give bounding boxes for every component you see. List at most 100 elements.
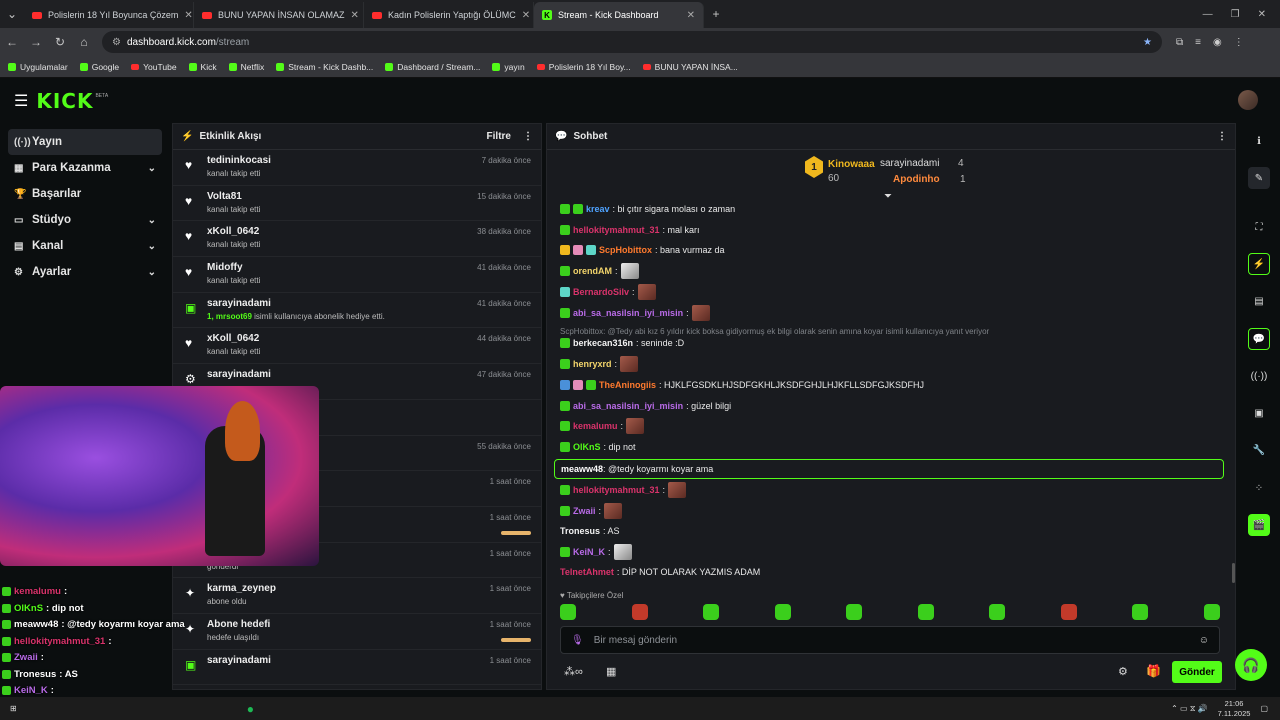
user-avatar[interactable] — [1238, 90, 1258, 110]
chat-username[interactable]: kreav — [586, 204, 610, 214]
filter-button[interactable]: Filtre — [487, 131, 511, 142]
browser-tab-active[interactable]: K Stream - Kick Dashboard ✕ — [534, 2, 704, 28]
chat-username[interactable]: Zwaii — [573, 506, 596, 516]
event-item[interactable]: ♥ xKoll_0642 kanalı takip etti 44 dakika ön… — [173, 328, 541, 365]
chat-username[interactable]: OlKnS — [573, 442, 601, 452]
chat-message[interactable]: henryxrd: — [560, 355, 639, 373]
event-item[interactable]: ♥ Volta81 kanalı takip etti 15 dakika önce — [173, 186, 541, 222]
chat-scrollbar[interactable] — [1232, 563, 1235, 583]
chat-username[interactable]: hellokitymahmut_31 — [573, 225, 660, 235]
media-icon[interactable]: ≡ — [1195, 37, 1201, 48]
chat-input[interactable]: 🎙 Bir mesaj gönderin ☺ — [560, 626, 1220, 654]
collapse-icon[interactable]: ⏷ — [884, 191, 892, 202]
browser-tab[interactable]: Polislerin 18 Yıl Boyunca Çözem ✕ — [24, 2, 194, 28]
second-place-name[interactable]: sarayinadami — [880, 158, 939, 169]
highlight-username[interactable]: meaww48 — [561, 464, 603, 474]
emote-option[interactable] — [917, 604, 934, 620]
gift-icon[interactable]: 🎁 — [1146, 664, 1161, 678]
browser-tab[interactable]: Kadın Polislerin Yaptığı ÖLÜMC ✕ — [364, 2, 534, 28]
chevron-down-icon[interactable]: ⌄ — [148, 163, 156, 174]
event-item[interactable]: ✦ Abone hedefi hedefe ulaşıldı 1 saat önce — [173, 614, 541, 650]
emote-option[interactable] — [631, 604, 648, 620]
bookmark-item[interactable]: BUNU YAPAN İNSA... — [642, 62, 738, 72]
start-icon[interactable]: ⊞ — [10, 704, 17, 713]
chevron-down-icon[interactable]: ⌄ — [148, 241, 156, 252]
event-item[interactable]: ♥ Midoffy kanalı takip etti 41 dakika önce — [173, 257, 541, 293]
emote-option[interactable] — [989, 604, 1005, 620]
chat-message[interactable]: berkecan316n: seninde :D — [560, 334, 684, 352]
first-place-name[interactable]: Kinowaaa — [828, 159, 875, 170]
sidebar-item-baarlar[interactable]: 🏆 Başarılar — [8, 181, 162, 207]
tab-search-icon[interactable]: ⌄ — [0, 7, 24, 21]
emote-option[interactable] — [560, 604, 576, 620]
chat-message[interactable]: KeiN_K: — [560, 543, 632, 561]
browser-tab[interactable]: BUNU YAPAN İNSAN OLAMAZ ✕ — [194, 2, 364, 28]
chat-message[interactable]: orendAM: — [560, 262, 639, 280]
third-place-name[interactable]: Apodinho — [893, 174, 940, 185]
close-window-icon[interactable]: ✕ — [1258, 9, 1266, 20]
url-field[interactable]: ⚙ dashboard.kick.com/stream ★ — [102, 31, 1162, 53]
event-item[interactable]: ♥ tedininkocasi kanalı takip etti 7 dakika … — [173, 150, 541, 186]
chat-message[interactable]: Tronesus: AS — [560, 522, 620, 540]
chat-username[interactable]: BernardoSilv — [573, 287, 629, 297]
notifications-icon[interactable]: ▢ — [1260, 704, 1268, 713]
reload-icon[interactable]: ↻ — [48, 35, 72, 49]
chat-message[interactable]: BernardoSilv: — [560, 283, 656, 301]
more-options-icon[interactable]: ⋮ — [1217, 131, 1227, 142]
close-tab-icon[interactable]: ✕ — [687, 10, 695, 21]
wrench-icon[interactable]: 🔧 — [1248, 439, 1270, 461]
home-icon[interactable]: ⌂ — [72, 35, 96, 49]
bookmark-item[interactable]: Kick — [188, 62, 217, 72]
chat-message[interactable]: kreav: bi çıtır sigara molası o zaman — [560, 200, 735, 218]
chat-username[interactable]: kemalumu — [573, 421, 618, 431]
minimize-icon[interactable]: — — [1203, 9, 1213, 20]
sidebar-item-ayarlar[interactable]: ⚙ Ayarlar ⌄ — [8, 259, 162, 285]
sidebar-item-yayn[interactable]: ((·)) Yayın — [8, 129, 162, 155]
site-info-icon[interactable]: ⚙ — [112, 37, 121, 48]
bookmark-item[interactable]: Uygulamalar — [8, 62, 68, 72]
sidebar-item-stdyo[interactable]: ▭ Stüdyo ⌄ — [8, 207, 162, 233]
emote-option[interactable] — [1132, 604, 1148, 620]
event-item[interactable]: ✦ karma_zeynep abone oldu 1 saat önce — [173, 578, 541, 614]
bookmark-item[interactable]: Netflix — [228, 62, 264, 72]
broadcast-icon[interactable]: ((·)) — [1248, 365, 1270, 387]
spotify-icon[interactable]: ● — [247, 702, 254, 716]
chat-message[interactable]: hellokitymahmut_31: — [560, 481, 687, 499]
emote-option[interactable] — [846, 604, 862, 620]
chat-message[interactable]: kemalumu: — [560, 417, 645, 435]
fullscreen-icon[interactable]: ⛶ — [1248, 216, 1270, 238]
chat-message[interactable]: ScpHobittox: bana vurmaz da — [560, 241, 725, 259]
chat-username[interactable]: KeiN_K — [573, 547, 605, 557]
chat-message[interactable]: abi_sa_nasilsin_iyi_misin: — [560, 304, 710, 322]
chat-username[interactable]: TelnetAhmet — [560, 567, 614, 577]
chat-icon[interactable]: 💬 — [1248, 328, 1270, 350]
edit-icon[interactable]: ✎ — [1248, 167, 1270, 189]
sidebar-item-kanal[interactable]: ▤ Kanal ⌄ — [8, 233, 162, 259]
chat-username[interactable]: Tronesus — [560, 526, 600, 536]
forward-icon[interactable]: → — [24, 35, 48, 49]
highlighted-message[interactable]: meaww48: @tedy koyarmı koyar ama — [554, 459, 1224, 479]
new-tab-icon[interactable]: + — [704, 7, 728, 21]
chat-username[interactable]: abi_sa_nasilsin_iyi_misin — [573, 308, 683, 318]
chat-message[interactable]: Zwaii: — [560, 502, 623, 520]
event-item[interactable]: ♥ xKoll_0642 kanalı takip etti 38 dakika ön… — [173, 221, 541, 258]
microphone-icon[interactable]: 🎙 — [571, 635, 584, 646]
emote-option[interactable] — [1203, 604, 1220, 620]
bookmark-star-icon[interactable]: ★ — [1143, 37, 1152, 48]
nodes-icon[interactable]: ⁘ — [1248, 477, 1270, 499]
emote-option[interactable] — [1060, 604, 1077, 620]
event-item[interactable]: ▣ sarayinadami 1 saat önce — [173, 650, 541, 686]
hamburger-menu-icon[interactable]: ☰ — [14, 91, 28, 111]
bookmark-item[interactable]: Stream - Kick Dashb... — [276, 62, 373, 72]
back-icon[interactable]: ← — [0, 35, 24, 49]
close-tab-icon[interactable]: ✕ — [351, 10, 359, 21]
more-options-icon[interactable]: ⋮ — [523, 131, 533, 142]
print-icon[interactable]: ▣ — [1248, 402, 1270, 424]
info-icon[interactable]: ℹ — [1248, 130, 1270, 152]
bookmark-item[interactable]: YouTube — [131, 62, 177, 72]
clapper-icon[interactable]: 🎬 — [1248, 514, 1270, 536]
chat-username[interactable]: hellokitymahmut_31 — [573, 485, 660, 495]
kick-points-icon[interactable]: ⁂∞ — [564, 665, 583, 678]
bookmark-item[interactable]: yayın — [492, 62, 525, 72]
event-item[interactable]: ▣ sarayinadami 1, mrsoot69 isimli kullanıc… — [173, 293, 541, 329]
